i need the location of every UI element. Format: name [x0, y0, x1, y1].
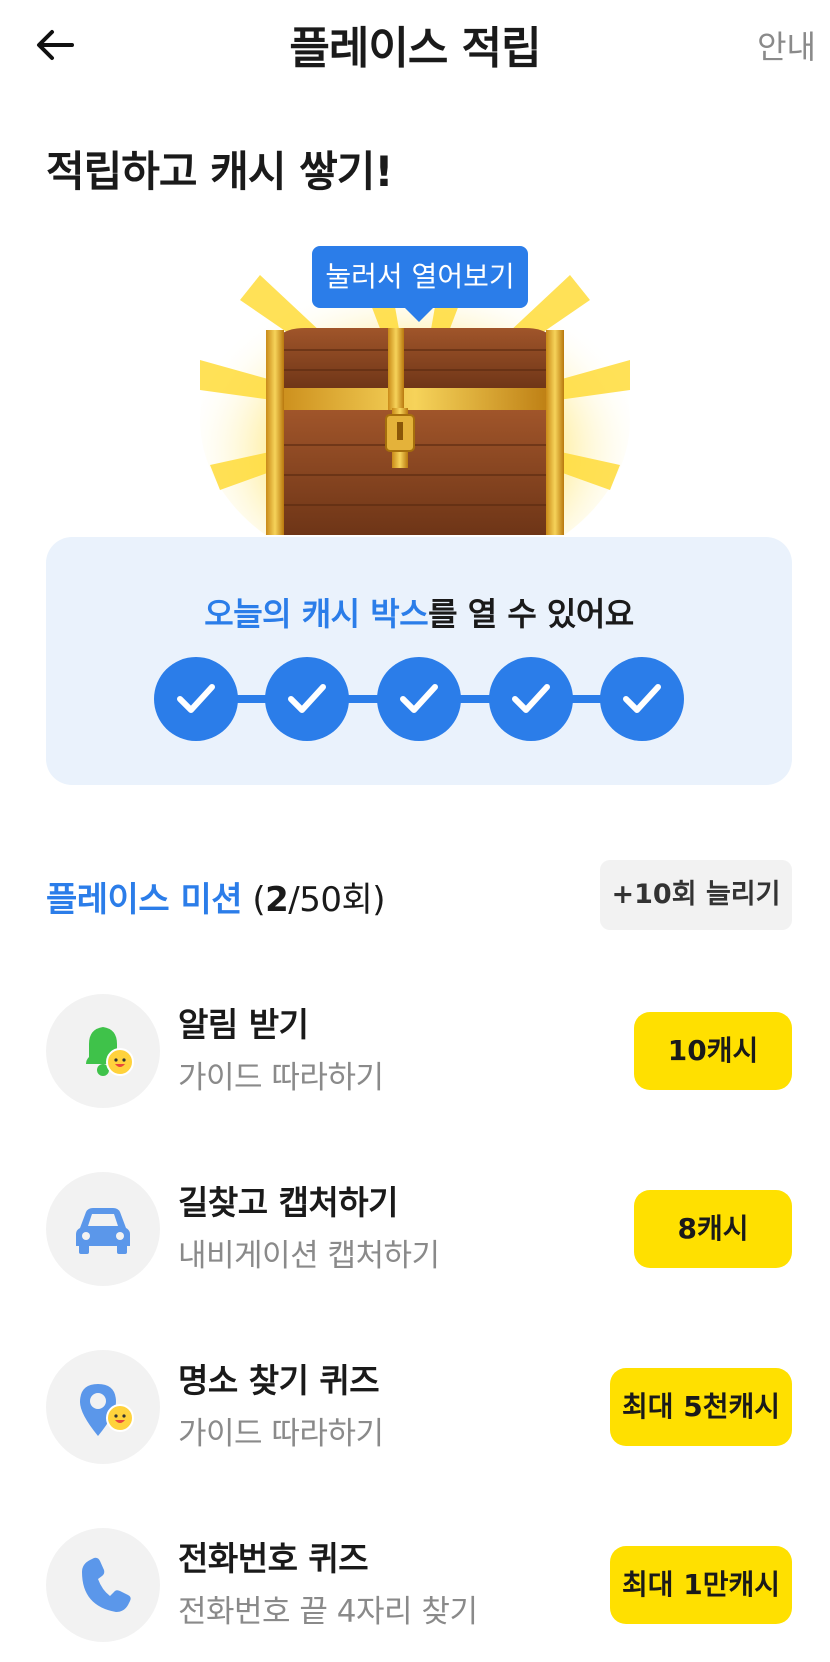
- mission-section-title: 플레이스 미션 (2/50회): [46, 872, 386, 921]
- add-10-missions-button[interactable]: +10회 늘리기: [600, 860, 792, 930]
- mission-title: 길찾고 캡처하기: [178, 1183, 399, 1222]
- open-chest-tooltip[interactable]: 눌러서 열어보기: [312, 246, 528, 322]
- map-pin-icon: [46, 1350, 160, 1464]
- progress-rest: 를 열 수 있어요: [428, 595, 634, 633]
- guide-link[interactable]: 안내: [757, 22, 816, 68]
- step-5-check: [600, 657, 684, 741]
- mission-subtitle: 전화번호 끝 4자리 찾기: [178, 1594, 478, 1630]
- progress-message: 오늘의 캐시 박스를 열 수 있어요: [46, 589, 792, 635]
- mission-count: (2/50회): [252, 880, 385, 920]
- mission-count-done: 2: [265, 880, 289, 920]
- mission-subtitle: 가이드 따라하기: [178, 1416, 384, 1452]
- step-3-check: [377, 657, 461, 741]
- step-4-check: [489, 657, 573, 741]
- mission-subtitle: 내비게이션 캡처하기: [178, 1238, 440, 1274]
- mission-item-navigation-capture[interactable]: 길찾고 캡처하기 내비게이션 캡처하기 8캐시: [46, 1172, 792, 1286]
- phone-icon: [46, 1528, 160, 1642]
- mission-name: 플레이스 미션: [46, 880, 243, 920]
- mission-subtitle: 가이드 따라하기: [178, 1060, 384, 1096]
- reward-button[interactable]: 10캐시: [634, 1012, 792, 1090]
- mission-item-landmark-quiz[interactable]: 명소 찾기 퀴즈 가이드 따라하기 최대 5천캐시: [46, 1350, 792, 1464]
- mission-item-phone-quiz[interactable]: 전화번호 퀴즈 전화번호 끝 4자리 찾기 최대 1만캐시: [46, 1528, 792, 1642]
- headline: 적립하고 캐시 쌓기!: [46, 147, 394, 196]
- cash-box-progress-card: 오늘의 캐시 박스를 열 수 있어요: [46, 537, 792, 785]
- step-2-check: [265, 657, 349, 741]
- reward-button[interactable]: 8캐시: [634, 1190, 792, 1268]
- mission-count-open: (: [252, 880, 266, 920]
- bell-icon: [46, 994, 160, 1108]
- page-title: 플레이스 적립: [289, 23, 541, 74]
- app-header: 플레이스 적립 안내: [0, 0, 830, 90]
- mission-title: 명소 찾기 퀴즈: [178, 1361, 380, 1400]
- progress-highlight: 오늘의 캐시 박스: [204, 595, 429, 633]
- mission-title: 알림 받기: [178, 1005, 309, 1044]
- mission-count-rest: /50회): [288, 880, 386, 920]
- reward-button[interactable]: 최대 5천캐시: [610, 1368, 792, 1446]
- mission-item-notification[interactable]: 알림 받기 가이드 따라하기 10캐시: [46, 994, 792, 1108]
- progress-steps: [154, 657, 684, 741]
- step-1-check: [154, 657, 238, 741]
- car-icon: [46, 1172, 160, 1286]
- reward-button[interactable]: 최대 1만캐시: [610, 1546, 792, 1624]
- mission-title: 전화번호 퀴즈: [178, 1539, 369, 1578]
